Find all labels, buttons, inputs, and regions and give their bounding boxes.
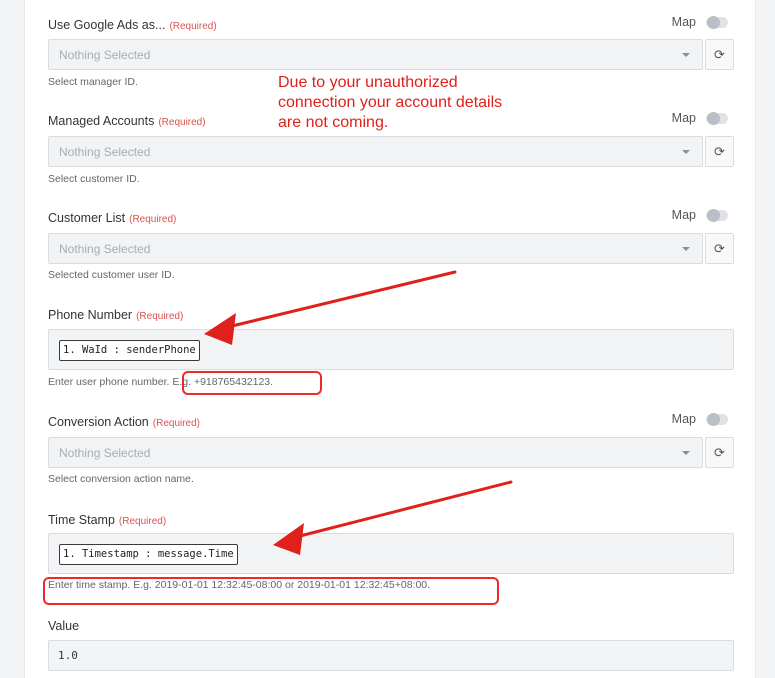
annotation-arrows <box>204 270 513 555</box>
arrow-phone <box>204 270 457 345</box>
arrow-timestamp <box>273 480 513 555</box>
